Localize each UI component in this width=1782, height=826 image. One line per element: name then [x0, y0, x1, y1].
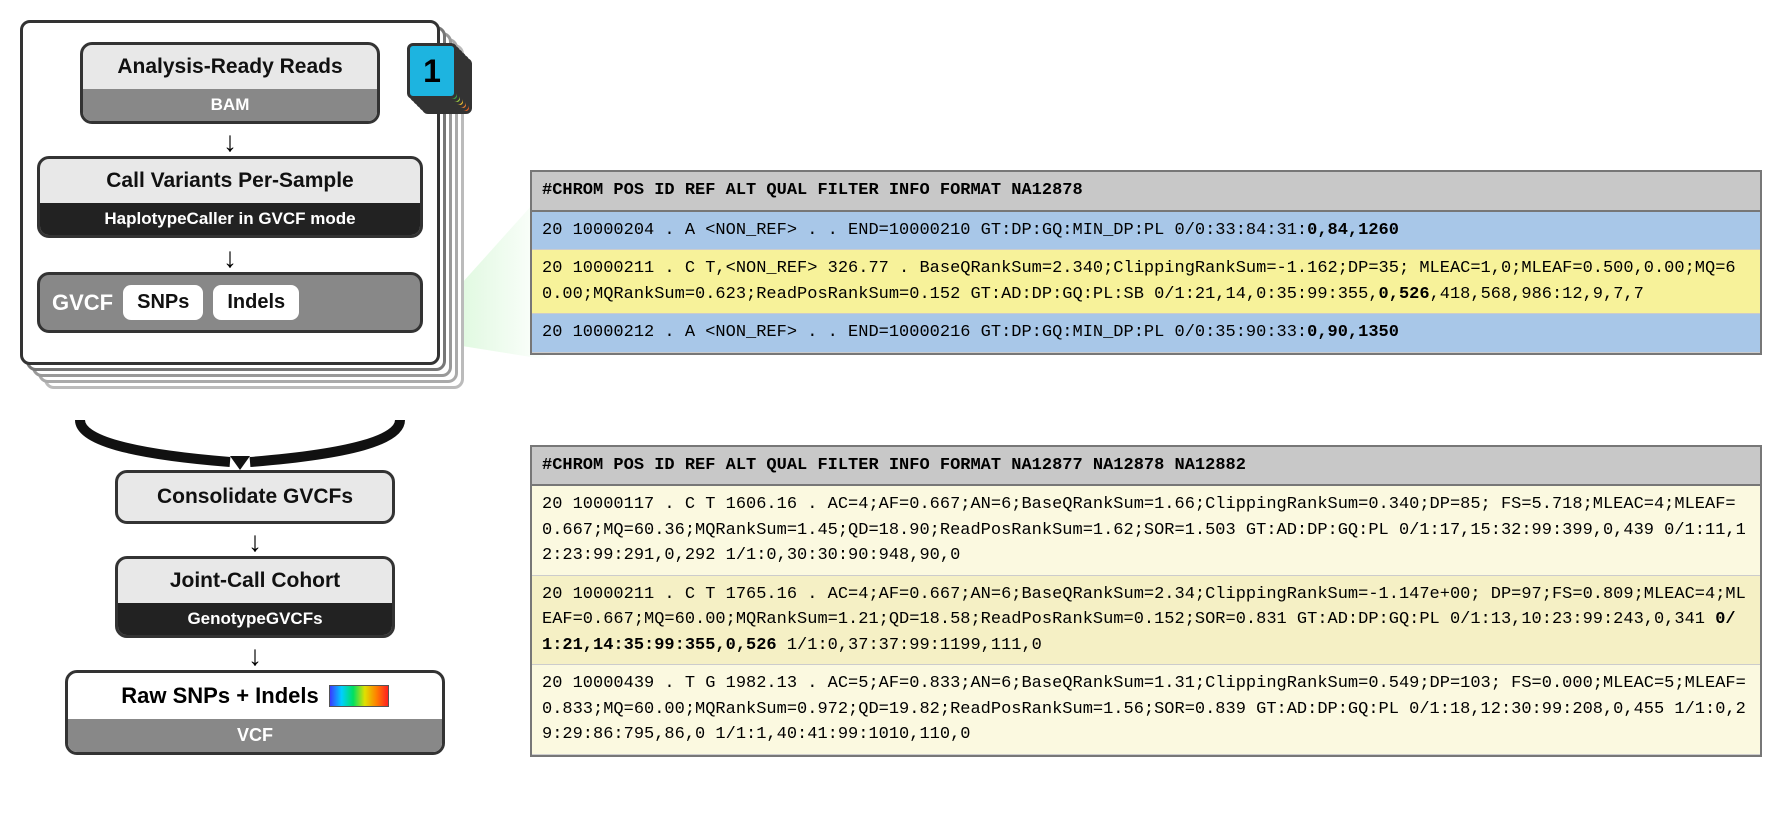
- vcf-example-table: #CHROM POS ID REF ALT QUAL FILTER INFO F…: [530, 445, 1762, 757]
- gvcf-example-table: #CHROM POS ID REF ALT QUAL FILTER INFO F…: [530, 170, 1762, 355]
- vcf-output-box: Raw SNPs + Indels VCF: [65, 670, 445, 755]
- snps-pill: SNPs: [123, 285, 203, 320]
- joint-call-cohort-box: Joint-Call Cohort GenotypeGVCFs: [115, 556, 395, 638]
- analysis-ready-reads-box: Analysis-Ready Reads BAM: [80, 42, 380, 124]
- rainbow-icon: [329, 685, 389, 707]
- arrow-icon: ↓: [37, 132, 423, 152]
- sample-card-stack: 1 Analysis-Ready Reads BAM ↓ Call Varian…: [20, 20, 460, 390]
- call-variants-box: Call Variants Per-Sample HaplotypeCaller…: [37, 156, 423, 238]
- sample-number-badge: 1: [407, 43, 457, 99]
- arrow-icon: ↓: [37, 248, 423, 268]
- merge-arrows-icon: [20, 420, 460, 470]
- indels-pill: Indels: [213, 285, 299, 320]
- gvcf-output-box: GVCF SNPs Indels: [37, 272, 423, 333]
- arrow-icon: ↓: [20, 646, 490, 666]
- consolidate-gvcfs-box: Consolidate GVCFs: [115, 470, 395, 524]
- arrow-icon: ↓: [20, 532, 490, 552]
